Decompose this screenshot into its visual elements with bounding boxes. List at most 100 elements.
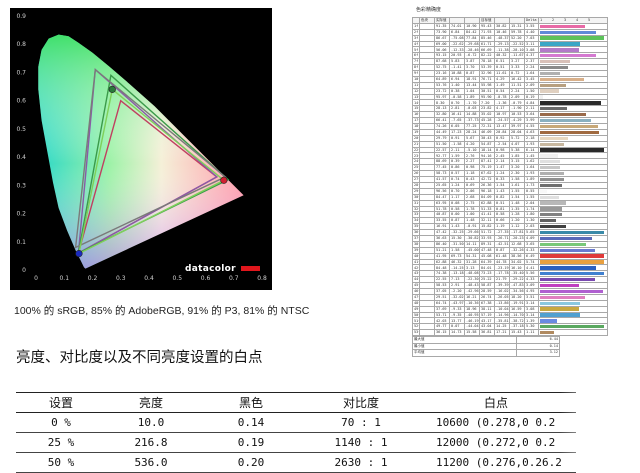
delta-e-bar	[540, 289, 603, 294]
cell-contrast: 70 : 1	[306, 412, 416, 433]
report-cell: -32.25	[449, 229, 465, 236]
delta-e-bar	[540, 325, 604, 329]
delta-e-bar	[540, 71, 561, 76]
report-cell: -31.50	[449, 240, 465, 248]
y-tick-label: 0.4	[16, 154, 26, 161]
report-cell: -32.26	[509, 246, 525, 254]
y-tick-label: 0.6	[16, 98, 26, 105]
y-tick-label: 0.3	[16, 182, 26, 189]
report-cell: -47.83	[509, 282, 525, 289]
y-tick-label: 0.1	[16, 239, 26, 246]
report-cell: -45.00	[464, 246, 480, 254]
report-cell: -16.02	[494, 287, 510, 295]
cell-setting: 25 %	[16, 432, 106, 453]
report-cell: -48.43	[464, 282, 480, 289]
report-cell: 26f	[412, 170, 420, 178]
report-cell: -22.62	[449, 40, 465, 48]
report-summary: 最大值 6.44 最小值 0.14 平均值 3.12	[412, 336, 560, 357]
x-tick-label: 0.7	[229, 275, 239, 282]
delta-e-bar	[540, 213, 563, 217]
datacolor-logo-bar	[241, 266, 260, 271]
report-cell: 41f	[412, 258, 420, 266]
primary-marker	[75, 250, 83, 258]
col-header-black: 黑色	[196, 392, 306, 413]
report-cell: 53f	[412, 329, 420, 337]
delta-e-bar	[540, 295, 585, 299]
report-cell: -29.66	[464, 229, 480, 236]
cell-black: 0.14	[196, 412, 306, 433]
delta-e-bar	[540, 130, 599, 135]
report-cell: -35.40	[509, 270, 525, 278]
report-cell: -27.35	[494, 229, 510, 236]
cell-contrast: 2630 : 1	[306, 452, 416, 473]
cell-brightness: 10.0	[106, 412, 196, 433]
report-cell: -24.57	[494, 117, 510, 125]
report-cell: -29.22	[509, 276, 525, 284]
report-cell: 15.43	[509, 329, 525, 337]
x-tick-label: 0.5	[172, 275, 182, 282]
delta-e-bar	[540, 154, 558, 158]
report-cell: -20.23	[509, 234, 525, 242]
delta-e-bar	[540, 236, 592, 241]
col-header-contrast: 对比度	[306, 392, 416, 413]
scale-tick: 2	[552, 18, 555, 23]
report-cell: -22.52	[509, 40, 525, 48]
report-cell: -34.56	[509, 287, 525, 295]
report-cell: -14.70	[509, 311, 525, 319]
delta-e-bar	[540, 160, 561, 164]
report-cell: -48.08	[464, 270, 480, 278]
delta-e-bar	[540, 331, 555, 335]
cell-setting: 50 %	[16, 452, 106, 473]
report-cell: -29.68	[464, 40, 480, 48]
report-cell: -10.04	[494, 305, 510, 313]
delta-e-bar	[540, 95, 543, 99]
report-cell: 36.15	[434, 329, 450, 337]
delta-e-bar	[540, 224, 566, 229]
report-cell: 39f	[412, 246, 420, 254]
primary-marker	[108, 85, 116, 93]
report-cell: 24f	[412, 158, 420, 166]
report-cell: -26.05	[494, 293, 510, 301]
report-title: 色彩精确度	[416, 7, 442, 13]
y-tick-label: 0	[22, 267, 26, 274]
table-row: 50 % 536.0 0.20 2630 : 1 11200 (0.276,0.…	[16, 452, 576, 473]
report-cell: -32.02	[449, 293, 465, 301]
section-heading: 亮度、对比度以及不同亮度设置的白点	[16, 350, 263, 366]
report-cell: 11f	[412, 81, 420, 89]
delta-e-bar	[540, 248, 596, 252]
col-header-whitepoint: 白点	[416, 392, 576, 413]
report-cell: -39.39	[494, 282, 510, 289]
delta-e-bar	[540, 60, 571, 64]
scale-tick: 3	[564, 18, 567, 23]
report-cell: 29f	[412, 187, 420, 195]
scale-tick: 5	[588, 18, 591, 23]
report-cell: 12f	[412, 87, 420, 95]
delta-e-bar	[540, 183, 562, 188]
report-cell: 14.73	[449, 329, 465, 337]
report-cell: 15f	[412, 105, 420, 113]
color-accuracy-table: 色块 实际值 目标值 Delta E 12345 1f91.3574.0110.…	[412, 17, 608, 337]
table-row: 0 % 10.0 0.14 70 : 1 10600 (0.278,0 0.2	[16, 412, 576, 433]
x-tick-label: 0	[34, 275, 38, 282]
report-body: 1f 91.35 74.01 10.90 95.43 30.82 15.31 3.55 2f 73…	[412, 22, 608, 337]
cie-gamut-chart: 0 0.1 0.2 0.3 0.4 0.5 0.6 0.7 0.8 0 0.1 0.2 0.3 0.4 0.…	[10, 8, 272, 290]
delta-e-bar	[540, 77, 585, 81]
delta-e-bar	[540, 48, 580, 52]
report-cell: 17.21	[494, 329, 510, 337]
delta-e-bar	[540, 313, 580, 317]
report-cell: 27f	[412, 176, 420, 183]
report-cell: 36.81	[479, 329, 495, 337]
delta-e-bar	[540, 107, 567, 111]
report-cell: 15.58	[464, 329, 480, 337]
report-cell: -23.19	[494, 264, 510, 272]
delta-e-bar	[540, 272, 604, 276]
report-cell: 42f	[412, 264, 420, 272]
report-cell: -28.46	[464, 46, 480, 54]
report-cell: 22f	[412, 146, 420, 154]
delta-e-bar	[540, 101, 602, 105]
col-header-setting: 设置	[16, 392, 106, 413]
table-row: 25 % 216.8 0.19 1140 : 1 12000 (0.272,0 …	[16, 432, 576, 453]
report-cell: 45f	[412, 282, 420, 289]
report-cell: -37.73	[464, 117, 480, 125]
report-cell: -28.10	[509, 46, 525, 54]
